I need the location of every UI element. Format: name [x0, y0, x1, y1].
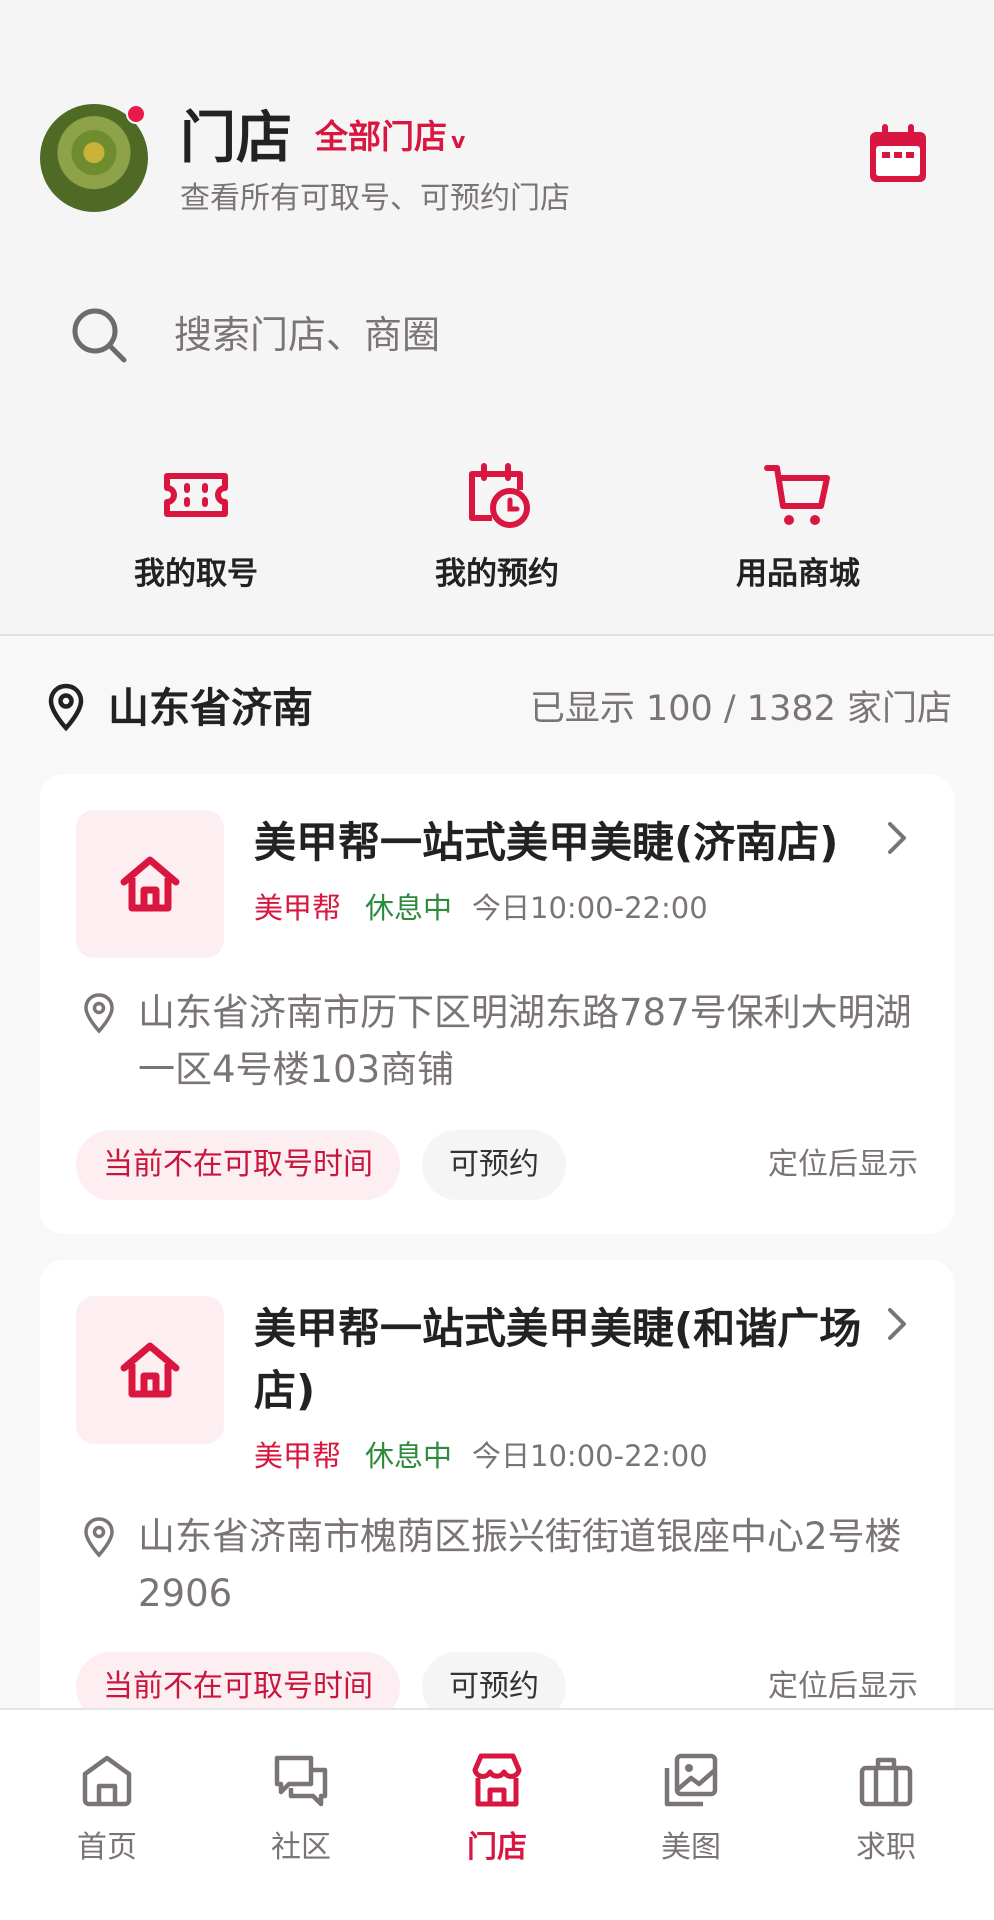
- store-name: 美甲帮一站式美甲美睫(和谐广场店): [254, 1304, 862, 1415]
- notification-dot: [126, 104, 146, 124]
- search-input[interactable]: [174, 302, 934, 368]
- store-name: 美甲帮一站式美甲美睫(济南店): [254, 818, 839, 867]
- current-city: 山东省济南: [108, 684, 313, 732]
- nav-community[interactable]: 社区: [241, 1750, 361, 1866]
- chevron-down-icon: v: [451, 129, 466, 154]
- nav-home-label: 首页: [77, 1830, 137, 1865]
- cart-icon: [764, 465, 830, 525]
- store-home-icon: [120, 856, 180, 912]
- store-brand: 美甲帮: [254, 891, 342, 925]
- shop-label: 用品商城: [736, 556, 860, 592]
- quick-actions: 我的取号 我的预约 用品商城: [0, 460, 994, 600]
- store-icon: [472, 1753, 522, 1807]
- store-status: 休息中: [365, 1439, 453, 1473]
- calendar-clock-icon: [469, 463, 530, 528]
- address-pin-icon: [84, 993, 114, 1034]
- store-distance: 定位后显示: [768, 1669, 918, 1704]
- address-pin-icon: [84, 1517, 114, 1558]
- gallery-icon: [664, 1753, 718, 1807]
- calendar-icon: [870, 124, 926, 182]
- store-address: 山东省济南市历下区明湖东路787号保利大明湖一区4号楼103商铺: [138, 991, 912, 1091]
- nav-community-label: 社区: [271, 1830, 331, 1865]
- home-icon: [82, 1755, 132, 1807]
- store-hours: 今日10:00-22:00: [472, 1439, 708, 1473]
- header-area: 门店 全部门店 v 查看所有可取号、可预约门店 搜索门店、商圈 我的取号 我的预…: [0, 0, 994, 634]
- store-home-icon: [120, 1342, 180, 1398]
- ticket-icon: [164, 473, 228, 517]
- page-subtitle: 查看所有可取号、可预约门店: [180, 181, 570, 216]
- my-reservations-button[interactable]: 我的预约: [397, 460, 597, 600]
- chevron-right-icon: [888, 822, 906, 854]
- bottom-nav: 首页 社区 门店 美图 求职: [0, 1708, 994, 1920]
- store-address: 山东省济南市槐荫区振兴街街道银座中心2号楼2906: [138, 1515, 902, 1615]
- store-meta: 美甲帮 休息中 今日10:00-22:00: [254, 888, 708, 928]
- store-filter-label: 全部门店: [315, 117, 447, 156]
- nav-jobs[interactable]: 求职: [826, 1750, 946, 1866]
- store-thumbnail: [76, 1296, 224, 1444]
- store-brand: 美甲帮: [254, 1439, 342, 1473]
- store-card[interactable]: 美甲帮一站式美甲美睫(和谐广场店) 美甲帮 休息中 今日10:00-22:00 山东…: [40, 1260, 954, 1708]
- my-tickets-label: 我的取号: [134, 556, 258, 592]
- reservable-tag[interactable]: 可预约: [422, 1652, 566, 1708]
- queue-status-tag: 当前不在可取号时间: [76, 1652, 400, 1708]
- store-distance: 定位后显示: [768, 1147, 918, 1182]
- briefcase-icon: [859, 1757, 913, 1807]
- nav-stores-label: 门店: [467, 1830, 527, 1865]
- nav-stores[interactable]: 门店: [437, 1750, 557, 1866]
- search-bar: [0, 292, 994, 378]
- reservable-tag[interactable]: 可预约: [422, 1130, 566, 1200]
- my-reservations-label: 我的预约: [435, 556, 559, 592]
- nav-jobs-label: 求职: [856, 1830, 916, 1865]
- store-hours: 今日10:00-22:00: [472, 891, 708, 925]
- chat-icon: [274, 1755, 328, 1807]
- my-tickets-button[interactable]: 我的取号: [96, 460, 296, 600]
- store-status: 休息中: [365, 891, 453, 925]
- chevron-right-icon: [888, 1308, 906, 1340]
- page-title: 门店: [180, 106, 292, 171]
- store-list[interactable]: 山东省济南 已显示 100 / 1382 家门店 美甲帮一站式美甲美睫(济南店)…: [0, 636, 994, 1708]
- queue-status-tag: 当前不在可取号时间: [76, 1130, 400, 1200]
- location-row[interactable]: 山东省济南 已显示 100 / 1382 家门店: [0, 678, 994, 738]
- store-meta: 美甲帮 休息中 今日10:00-22:00: [254, 1436, 708, 1476]
- location-pin-icon: [48, 683, 84, 732]
- nav-home[interactable]: 首页: [47, 1750, 167, 1866]
- nav-gallery-label: 美图: [661, 1830, 721, 1865]
- calendar-button[interactable]: [862, 118, 934, 190]
- store-card[interactable]: 美甲帮一站式美甲美睫(济南店) 美甲帮 休息中 今日10:00-22:00 山东省济…: [40, 774, 954, 1234]
- search-icon: [72, 308, 127, 363]
- nav-gallery[interactable]: 美图: [631, 1750, 751, 1866]
- store-thumbnail: [76, 810, 224, 958]
- store-count: 已显示 100 / 1382 家门店: [529, 689, 952, 729]
- store-filter-dropdown[interactable]: 全部门店 v: [315, 115, 465, 164]
- shop-button[interactable]: 用品商城: [698, 460, 898, 600]
